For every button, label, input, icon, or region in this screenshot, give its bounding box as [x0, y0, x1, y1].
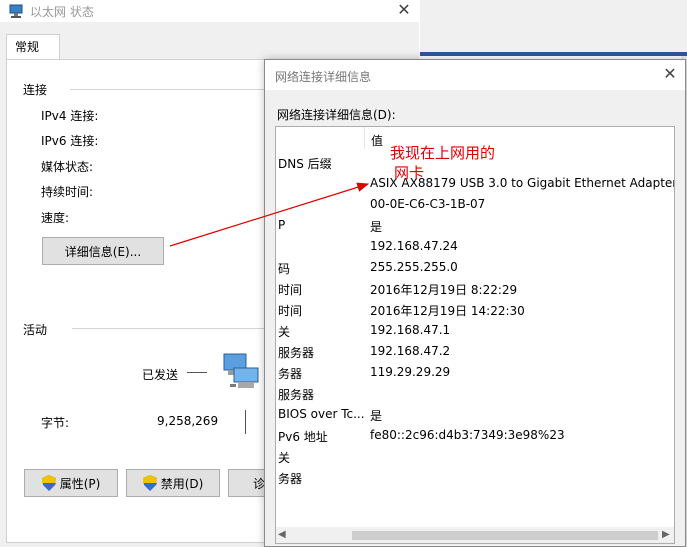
- disable-button[interactable]: 禁用(D): [126, 469, 220, 497]
- table-row[interactable]: P是: [276, 215, 674, 236]
- desktop-accent-bar: [420, 52, 687, 56]
- header-separator[interactable]: [364, 127, 365, 149]
- value-cell: 192.168.47.2: [370, 344, 451, 358]
- value-cell: 是: [370, 220, 383, 234]
- media-state-label: 媒体状态:: [41, 160, 94, 174]
- table-row[interactable]: 192.168.47.24: [276, 236, 674, 257]
- activity-group-label: 活动: [23, 323, 48, 337]
- value-cell: 2016年12月19日 8:22:29: [370, 283, 518, 297]
- property-cell: BIOS over Tc...: [278, 407, 364, 421]
- connection-details-dialog: 网络连接详细信息 ✕ 网络连接详细信息(D): 值 DNS 后缀 ASIX AX8…: [264, 59, 686, 547]
- ipv4-connection-label: IPv4 连接:: [41, 109, 99, 123]
- value-cell: 是: [370, 409, 383, 423]
- scroll-thumb[interactable]: [352, 531, 658, 540]
- details-list[interactable]: 值 DNS 后缀 ASIX AX88179 USB 3.0 to Gigabit …: [275, 126, 675, 544]
- disable-button-label: 禁用(D): [160, 476, 204, 491]
- table-row[interactable]: Pv6 地址 fe80::2c96:d4b3:7349:3e98%23: [276, 425, 674, 446]
- scroll-left-icon[interactable]: ◀: [278, 529, 286, 540]
- value-cell: 00-0E-C6-C3-1B-07: [370, 197, 486, 211]
- property-cell: 时间: [278, 304, 303, 318]
- network-adapter-icon: [9, 4, 23, 18]
- speed-label: 速度:: [41, 211, 70, 225]
- property-cell: 务器: [278, 472, 303, 486]
- close-icon[interactable]: ✕: [392, 0, 416, 22]
- shield-icon: [142, 475, 157, 491]
- property-cell: Pv6 地址: [278, 430, 328, 444]
- table-row[interactable]: 00-0E-C6-C3-1B-07: [276, 194, 674, 215]
- ipv6-connection-label: IPv6 连接:: [41, 134, 99, 148]
- value-cell: 192.168.47.1: [370, 323, 451, 337]
- details-button[interactable]: 详细信息(E)...: [42, 237, 164, 265]
- duration-label: 持续时间:: [41, 185, 94, 199]
- table-row[interactable]: 务器: [276, 467, 674, 488]
- table-row[interactable]: 关 192.168.47.1: [276, 320, 674, 341]
- annotation-line-1: 我现在上网用的: [390, 144, 496, 162]
- bytes-sent-value: 9,258,269: [157, 414, 219, 428]
- status-titlebar[interactable]: 以太网 状态 ✕: [0, 0, 419, 22]
- value-cell: 255.255.255.0: [370, 260, 458, 274]
- property-cell: 服务器: [278, 388, 315, 402]
- network-computers-icon: [223, 353, 259, 388]
- properties-button-label: 属性(P): [59, 476, 101, 491]
- shield-icon: [41, 475, 56, 491]
- property-cell: P: [278, 218, 286, 232]
- table-row[interactable]: 码 255.255.255.0: [276, 257, 674, 278]
- table-row[interactable]: 服务器: [276, 383, 674, 404]
- property-cell: 时间: [278, 283, 303, 297]
- annotation-text: 我现在上网用的 网卡: [390, 143, 520, 183]
- value-cell: 192.168.47.24: [370, 239, 458, 253]
- table-row[interactable]: BIOS over Tc... 是: [276, 404, 674, 425]
- close-icon[interactable]: ✕: [659, 63, 681, 85]
- annotation-line-2: 网卡: [394, 164, 425, 182]
- property-cell: 码: [278, 262, 291, 276]
- details-caption: 网络连接详细信息(D):: [277, 108, 396, 122]
- property-cell: 关: [278, 451, 291, 465]
- sent-label: 已发送: [142, 368, 179, 382]
- value-column-header[interactable]: 值: [371, 132, 383, 149]
- property-cell: 关: [278, 325, 291, 339]
- desktop-background: [420, 0, 687, 52]
- bytes-label: 字节:: [41, 416, 70, 430]
- horizontal-scrollbar[interactable]: ◀ ▶: [276, 527, 674, 543]
- value-cell: 119.29.29.29: [370, 365, 451, 379]
- bytes-divider: [245, 410, 246, 434]
- connection-group-label: 连接: [23, 83, 48, 97]
- table-row[interactable]: 时间 2016年12月19日 8:22:29: [276, 278, 674, 299]
- sent-dash: [187, 372, 207, 373]
- details-dialog-title: 网络连接详细信息: [275, 70, 372, 84]
- property-cell: 务器: [278, 367, 303, 381]
- scroll-right-icon[interactable]: ▶: [662, 529, 670, 540]
- value-cell: 2016年12月19日 14:22:30: [370, 304, 525, 318]
- activity-group-line: [72, 328, 264, 329]
- property-cell: 服务器: [278, 346, 315, 360]
- table-row[interactable]: 关: [276, 446, 674, 467]
- table-row[interactable]: 服务器 192.168.47.2: [276, 341, 674, 362]
- properties-button[interactable]: 属性(P): [24, 469, 118, 497]
- status-window-title: 以太网 状态: [30, 5, 94, 19]
- value-cell: fe80::2c96:d4b3:7349:3e98%23: [370, 428, 565, 442]
- tab-general[interactable]: 常规: [6, 34, 60, 60]
- connection-group-line: [70, 89, 264, 90]
- property-cell: DNS 后缀: [278, 157, 332, 171]
- table-row[interactable]: 时间 2016年12月19日 14:22:30: [276, 299, 674, 320]
- table-row[interactable]: 务器 119.29.29.29: [276, 362, 674, 383]
